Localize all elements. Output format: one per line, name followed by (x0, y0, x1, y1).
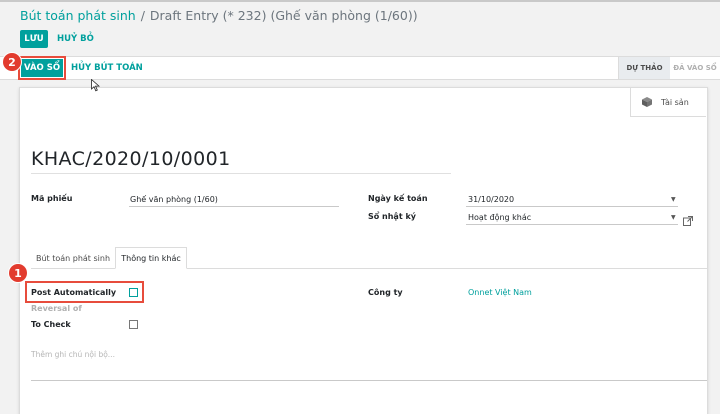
cancel-entry-button[interactable]: HỦY BÚT TOÁN (71, 63, 143, 73)
date-caret-icon[interactable]: ▼ (671, 196, 676, 203)
post-automatically-highlight (25, 281, 144, 303)
tab-other-info[interactable]: Thông tin khác (115, 247, 187, 269)
entry-name: KHAC/2020/10/0001 (31, 148, 231, 170)
tab-journal-items[interactable]: Bút toán phát sinh (31, 247, 115, 269)
to-check-label: To Check (31, 320, 71, 329)
ref-input[interactable]: Ghế văn phòng (1/60) (130, 195, 218, 204)
save-button[interactable]: LƯU (20, 30, 48, 48)
top-strip (0, 0, 720, 2)
narration-underline (31, 380, 707, 381)
reversal-of-label: Reversal of (31, 304, 82, 313)
ref-label: Mã phiếu (31, 194, 73, 203)
date-input-underline (466, 206, 678, 207)
to-check-checkbox[interactable] (129, 320, 138, 329)
journal-select-underline (466, 224, 678, 225)
journal-label: Sổ nhật ký (368, 212, 416, 221)
breadcrumb-current: Draft Entry (* 232) (Ghế văn phòng (1/60… (149, 8, 418, 23)
company-link[interactable]: Onnet Việt Nam (468, 288, 532, 297)
step-badge-2: 2 (3, 53, 21, 71)
step-badge-1: 1 (9, 264, 27, 282)
breadcrumb-parent-link[interactable]: Bút toán phát sinh (20, 8, 136, 23)
journal-select[interactable]: Hoạt động khác (468, 213, 531, 222)
journal-caret-icon[interactable]: ▼ (671, 214, 676, 221)
post-button-highlight (18, 56, 66, 80)
stage-posted[interactable]: ĐÃ VÀO SỔ (670, 57, 720, 79)
stage-draft[interactable]: DỰ THẢO (618, 57, 670, 79)
assets-smart-button[interactable]: Tài sản (630, 88, 706, 117)
external-link-icon[interactable] (683, 211, 693, 230)
discard-button[interactable]: HUỶ BỎ (57, 34, 94, 44)
company-label: Công ty (368, 288, 403, 297)
assets-label: Tài sản (661, 97, 689, 107)
title-divider (31, 173, 451, 174)
breadcrumb: Bút toán phát sinh / Draft Entry (* 232) (… (20, 8, 418, 23)
breadcrumb-separator: / (140, 8, 145, 23)
ref-input-underline (129, 206, 339, 207)
mouse-pointer-icon (91, 77, 101, 96)
narration-input[interactable]: Thêm ghi chú nội bộ... (31, 350, 115, 359)
date-label: Ngày kế toán (368, 194, 428, 203)
cube-icon (641, 93, 653, 112)
date-input[interactable]: 31/10/2020 (468, 195, 514, 204)
